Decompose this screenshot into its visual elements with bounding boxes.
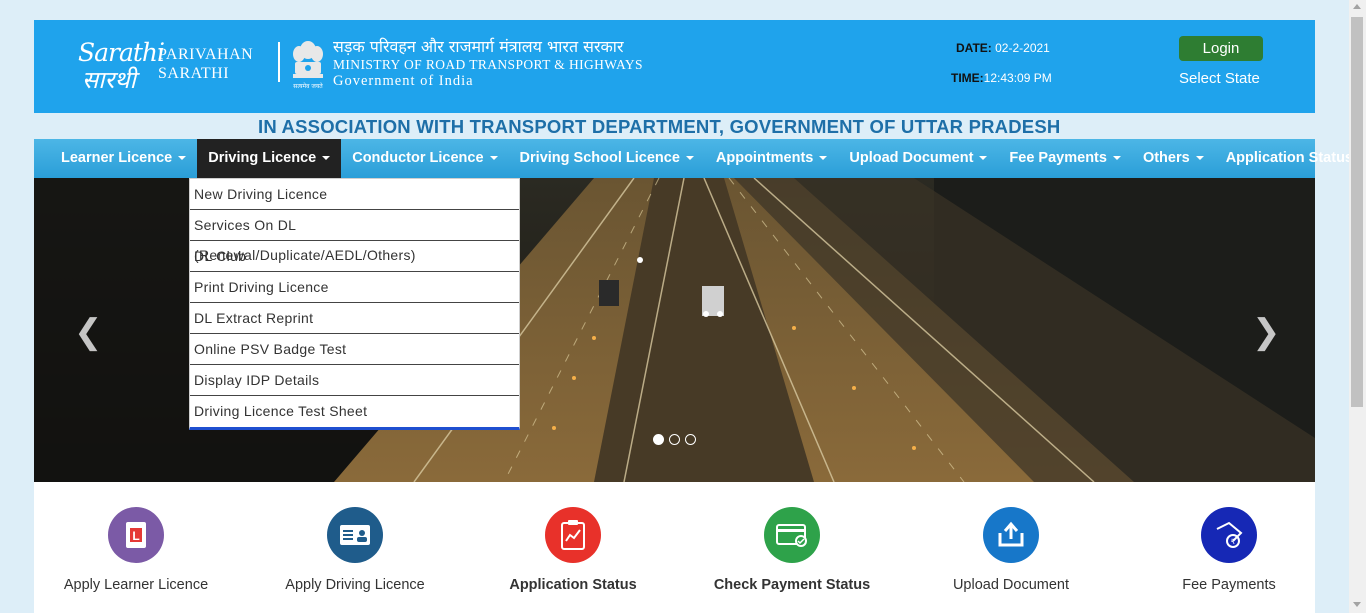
scroll-down-icon[interactable] [1353,602,1361,607]
payment-card-icon [764,507,820,563]
menu-item-display-idp-details[interactable]: Display IDP Details [190,365,519,396]
header-divider [278,42,280,82]
caret-down-icon [1195,156,1204,161]
driving-licence-dropdown: New Driving Licence Services On DL (Rene… [189,178,520,430]
government-of-india: Government of India [333,73,474,89]
select-state-link[interactable]: Select State [1179,70,1260,87]
nav-label: Upload Document [849,150,974,166]
main-nav: Learner Licence Driving Licence Conducto… [34,139,1353,178]
service-upload-document[interactable]: Upload Document [911,507,1111,593]
logo-text-hindi: सारथी [82,66,136,94]
menu-item-print-driving-licence[interactable]: Print Driving Licence [190,272,519,303]
service-label: Apply Driving Licence [285,577,425,593]
caret-down-icon [1112,156,1121,161]
ministry-english: MINISTRY OF ROAD TRANSPORT & HIGHWAYS [333,57,643,72]
nav-label: Application Status [1225,150,1353,166]
header: Sarathi सारथी PARIVAHAN SARATHI सत्यमेव … [34,20,1315,113]
nav-learner-licence[interactable]: Learner Licence [34,139,197,178]
caret-down-icon [819,156,828,161]
brand-line-1: PARIVAHAN [158,46,254,63]
time-display: TIME:12:43:09 PM [951,71,1052,85]
learner-licence-icon: L [108,507,164,563]
page-scrollbar[interactable] [1349,0,1366,613]
nav-label: Driving School Licence [519,150,680,166]
date-value: 02-2-2021 [995,41,1050,55]
service-label: Application Status [509,577,637,593]
nav-upload-document[interactable]: Upload Document [838,139,998,178]
service-application-status[interactable]: Application Status [473,507,673,593]
chevron-right-icon: ❯ [1252,313,1281,351]
nav-appointments[interactable]: Appointments [705,139,838,178]
ministry-block: सड़क परिवहन और राजमार्ग मंत्रालय भारत सर… [333,37,643,90]
caret-down-icon [322,156,331,161]
carousel-prev-button[interactable]: ❮ [74,312,103,352]
nav-label: Others [1142,150,1190,166]
brand-name: PARIVAHAN SARATHI [158,45,253,83]
brand-line-2: SARATHI [158,65,230,82]
nav-fee-payments[interactable]: Fee Payments [998,139,1132,178]
nav-label: Conductor Licence [352,150,484,166]
menu-item-services-on-dl[interactable]: Services On DL (Renewal/Duplicate/AEDL/O… [190,210,519,263]
chevron-left-icon: ❮ [74,313,103,351]
hand-coin-icon: ₹ [1201,507,1257,563]
svg-text:L: L [132,529,139,543]
date-display: DATE: 02-2-2021 [956,41,1050,55]
national-emblem-icon: सत्यमेव जयते [293,41,323,90]
caret-down-icon [489,156,498,161]
login-button[interactable]: Login [1179,36,1263,61]
caret-down-icon [685,156,694,161]
carousel-indicators [653,434,696,445]
nav-label: Driving Licence [208,150,317,166]
upload-icon [983,507,1039,563]
carousel-dot[interactable] [669,434,680,445]
nav-driving-school-licence[interactable]: Driving School Licence [509,139,705,178]
nav-label: Appointments [715,150,814,166]
caret-down-icon [979,156,988,161]
nav-application-status[interactable]: Application Status [1215,139,1364,178]
service-label: Check Payment Status [713,577,871,593]
scrollbar-thumb[interactable] [1351,17,1363,407]
service-label: Apply Learner Licence [63,577,209,593]
service-fee-payments[interactable]: ₹ Fee Payments [1129,507,1329,593]
nav-label: Fee Payments [1009,150,1107,166]
association-banner: IN ASSOCIATION WITH TRANSPORT DEPARTMENT… [258,116,1061,137]
nav-driving-licence[interactable]: Driving Licence [197,139,342,178]
carousel-dot[interactable] [685,434,696,445]
service-check-payment-status[interactable]: Check Payment Status [692,507,892,593]
nav-label: Learner Licence [61,150,173,166]
carousel-next-button[interactable]: ❯ [1252,312,1281,352]
time-value: 12:43:09 PM [983,71,1052,85]
carousel-dot[interactable] [653,434,664,445]
svg-text:₹: ₹ [1231,538,1236,546]
menu-item-new-driving-licence[interactable]: New Driving Licence [190,179,519,210]
menu-item-dl-extract-reprint[interactable]: DL Extract Reprint [190,303,519,334]
ministry-hindi: सड़क परिवहन और राजमार्ग मंत्रालय भारत सर… [333,37,624,56]
service-label: Fee Payments [1182,577,1276,593]
scroll-up-icon[interactable] [1353,4,1361,9]
service-label: Upload Document [952,577,1070,593]
time-label: TIME: [951,71,984,85]
service-apply-learner-licence[interactable]: L Apply Learner Licence [36,507,236,593]
nav-others[interactable]: Others [1132,139,1215,178]
service-apply-driving-licence[interactable]: Apply Driving Licence [255,507,455,593]
svg-text:सत्यमेव जयते: सत्यमेव जयते [293,82,323,90]
services-panel: L Apply Learner Licence Apply Driving Li… [34,482,1315,613]
caret-down-icon [178,156,187,161]
nav-conductor-licence[interactable]: Conductor Licence [341,139,508,178]
clipboard-icon [545,507,601,563]
sarathi-logo[interactable]: Sarathi सारथी [76,38,165,94]
date-label: DATE: [956,41,992,55]
menu-item-driving-licence-test-sheet[interactable]: Driving Licence Test Sheet [190,396,519,427]
menu-item-online-psv-badge-test[interactable]: Online PSV Badge Test [190,334,519,365]
driving-licence-card-icon [327,507,383,563]
page: Sarathi सारथी PARIVAHAN SARATHI सत्यमेव … [34,20,1353,613]
